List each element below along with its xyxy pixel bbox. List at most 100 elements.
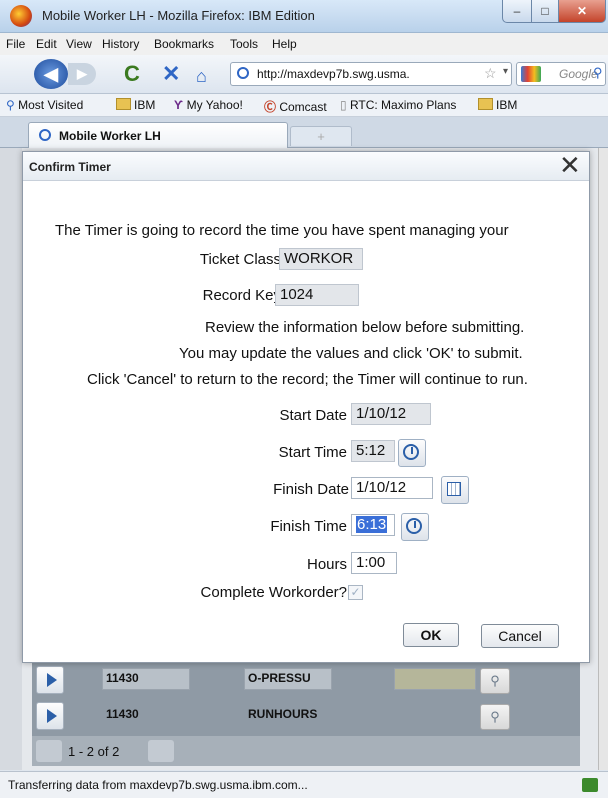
start-time-field: 5:12 [351, 440, 395, 462]
bookmark-label: RTC: Maximo Plans [349, 98, 457, 112]
status-text: Transferring data from maxdevp7b.swg.usm… [8, 778, 308, 792]
pager-count: 1 - 2 of 2 [68, 744, 120, 759]
menu-bookmarks[interactable]: Bookmarks [154, 37, 214, 51]
tab-label: Mobile Worker LH [59, 129, 161, 143]
row-expand-button[interactable] [36, 702, 64, 730]
finish-time-label: Finish Time [270, 518, 347, 535]
clock-icon[interactable] [398, 439, 426, 467]
reading-input[interactable] [394, 668, 476, 690]
search-icon[interactable]: ⚲ [593, 65, 603, 81]
hours-label: Hours [306, 556, 347, 573]
yahoo-icon: Ƴ [174, 98, 187, 112]
bookmark-comcast[interactable]: Ⓒ Comcast [264, 98, 327, 115]
cancel-button[interactable]: Cancel [481, 624, 559, 648]
menu-tools[interactable]: Tools [230, 37, 258, 51]
menu-view[interactable]: View [66, 37, 92, 51]
ticket-class-field: WORKOR [279, 248, 363, 270]
lookup-icon[interactable]: ⚲ [480, 704, 510, 730]
search-bar[interactable]: Google ⚲ [516, 62, 606, 86]
search-placeholder: Google [559, 67, 598, 81]
status-bar: Transferring data from maxdevp7b.swg.usm… [0, 771, 608, 798]
bookmark-most-visited[interactable]: ⚲ Most Visited [6, 98, 83, 112]
timer-intro-text: The Timer is going to record the time yo… [55, 222, 509, 239]
finish-date-label: Finish Date [273, 481, 349, 498]
table-row: 11430 RUNHOURS ⚲ [32, 698, 580, 734]
maximize-button[interactable]: □ [531, 0, 559, 23]
tab-strip: Mobile Worker LH + [0, 117, 608, 148]
clock-icon[interactable] [401, 513, 429, 541]
finish-date-input[interactable]: 1/10/12 [351, 477, 433, 499]
confirm-timer-dialog: Confirm Timer ✕ The Timer is going to re… [22, 150, 590, 663]
update-instructions: You may update the values and click 'OK'… [179, 345, 523, 362]
firefox-icon [10, 5, 32, 27]
address-dropdown-icon[interactable]: ▾ [503, 66, 508, 77]
new-tab-button[interactable]: + [290, 126, 352, 146]
search-icon: ⚲ [6, 98, 19, 112]
workorder-cell: 11430 [106, 707, 139, 721]
folder-icon [116, 98, 131, 110]
bookmark-my-yahoo[interactable]: Ƴ My Yahoo! [174, 98, 243, 112]
status-addon-icon[interactable] [582, 778, 598, 792]
workorder-cell: 11430 [106, 671, 139, 685]
meter-cell: O-PRESSU [248, 671, 311, 685]
search-engine-icon[interactable] [521, 66, 541, 82]
dialog-header: Confirm Timer ✕ [23, 150, 589, 181]
home-icon[interactable]: ⌂ [196, 61, 207, 91]
menu-file[interactable]: File [6, 37, 25, 51]
row-expand-button[interactable] [36, 666, 64, 694]
record-key-label: Record Key [202, 287, 281, 304]
meter-cell: RUNHOURS [248, 707, 318, 721]
previous-page-icon[interactable] [36, 740, 62, 762]
start-time-label: Start Time [278, 444, 347, 461]
site-identity-icon [237, 67, 249, 79]
calendar-icon[interactable] [441, 476, 469, 504]
complete-workorder-label: Complete Workorder? [200, 584, 347, 601]
bookmarks-toolbar: ⚲ Most Visited IBM Ƴ My Yahoo! Ⓒ Comcast… [0, 94, 608, 117]
bookmark-label: IBM [134, 98, 156, 112]
menu-bar: File Edit View History Bookmarks Tools H… [0, 33, 608, 55]
page-left-margin [0, 148, 22, 770]
menu-help[interactable]: Help [272, 37, 297, 51]
table-row: 11430 O-PRESSU ⚲ [32, 662, 580, 698]
menu-edit[interactable]: Edit [36, 37, 57, 51]
minimize-button[interactable]: – [502, 0, 532, 23]
bookmark-label: My Yahoo! [186, 98, 243, 112]
ok-button[interactable]: OK [403, 623, 459, 647]
start-date-label: Start Date [279, 407, 347, 424]
bookmark-ibm[interactable]: IBM [116, 98, 155, 112]
finish-time-input[interactable]: 6:13 [351, 514, 395, 536]
close-icon[interactable]: ✕ [559, 150, 581, 180]
address-bar[interactable]: http://maxdevp7b.swg.usma. [230, 62, 512, 86]
lookup-icon[interactable]: ⚲ [480, 668, 510, 694]
forward-icon[interactable]: ▶ [68, 63, 96, 85]
bookmark-ibm-2[interactable]: IBM [478, 98, 517, 112]
bookmark-label: Comcast [279, 100, 327, 114]
navigation-toolbar: ◀ ▶ C ✕ ⌂ http://maxdevp7b.swg.usma. ☆ ▾… [0, 55, 608, 94]
close-window-button[interactable]: ✕ [558, 0, 606, 23]
complete-workorder-checkbox[interactable]: ✓ [348, 585, 363, 600]
table-pager: 1 - 2 of 2 [32, 736, 580, 766]
address-text: http://maxdevp7b.swg.usma. [257, 67, 410, 81]
window-title-bar: Mobile Worker LH - Mozilla Firefox: IBM … [0, 0, 608, 33]
meter-table: 11430 O-PRESSU ⚲ 11430 RUNHOURS ⚲ [32, 660, 580, 736]
review-instructions: Review the information below before subm… [205, 319, 525, 336]
next-page-icon[interactable] [148, 740, 174, 762]
menu-history[interactable]: History [102, 37, 139, 51]
finish-time-selected-text: 6:13 [356, 516, 388, 533]
stop-icon[interactable]: ✕ [162, 59, 180, 89]
bookmark-label: Most Visited [18, 98, 84, 112]
folder-icon [478, 98, 493, 110]
bookmark-label: IBM [496, 98, 518, 112]
bookmark-star-icon[interactable]: ☆ [484, 65, 497, 82]
window-title: Mobile Worker LH - Mozilla Firefox: IBM … [42, 8, 315, 23]
dialog-title: Confirm Timer [29, 160, 111, 174]
page-scrollbar[interactable] [598, 148, 608, 770]
tab-mobile-worker-lh[interactable]: Mobile Worker LH [28, 122, 288, 148]
record-key-field: 1024 [275, 284, 359, 306]
bookmark-rtc-maximo-plans[interactable]: ▯ RTC: Maximo Plans [340, 98, 456, 112]
tab-favicon-icon [39, 129, 51, 141]
page-icon: ▯ [340, 98, 350, 112]
hours-input[interactable]: 1:00 [351, 552, 397, 574]
reload-icon[interactable]: C [124, 59, 140, 89]
back-icon[interactable]: ◀ [34, 59, 68, 89]
